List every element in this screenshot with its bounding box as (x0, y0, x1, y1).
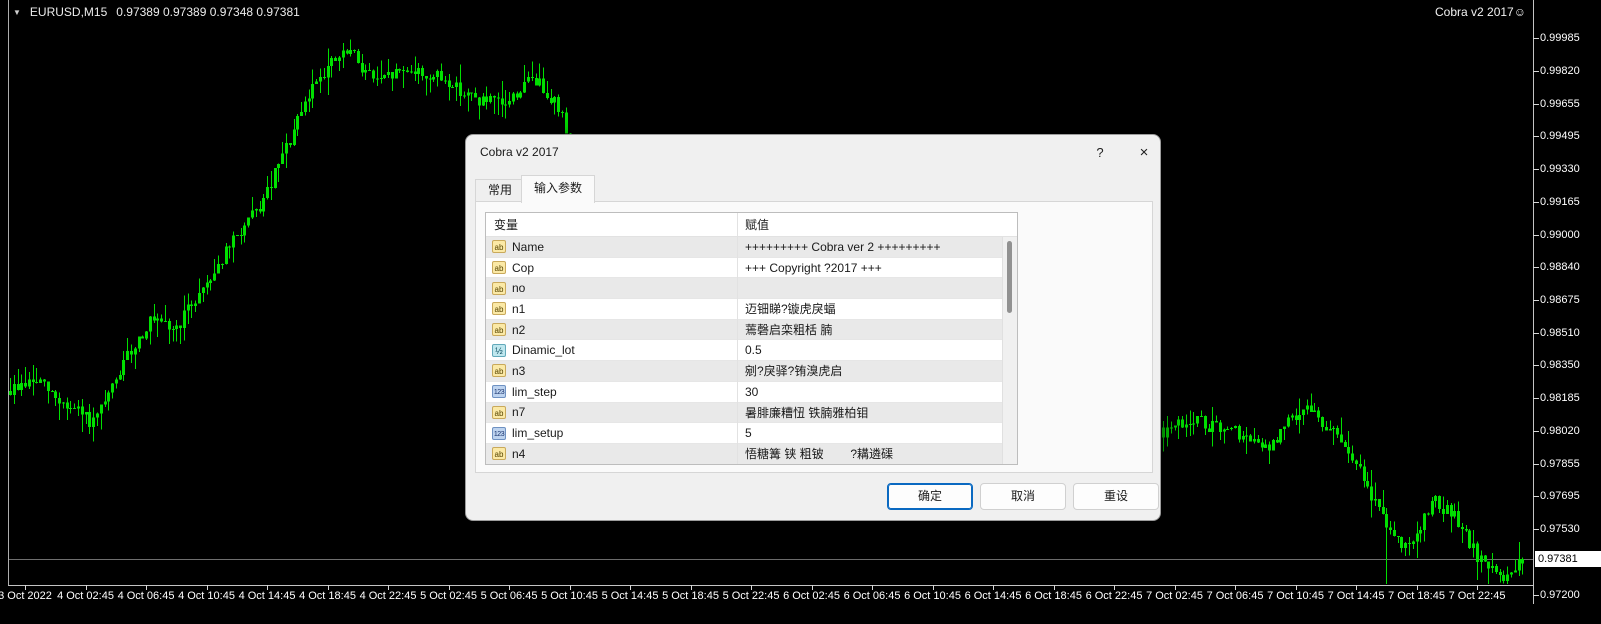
param-name: ab n3 (486, 364, 737, 378)
param-row-no[interactable]: ab no (486, 278, 1017, 300)
string-param-icon: ab (492, 405, 506, 419)
param-name: ab Name (486, 240, 737, 254)
param-name-label: no (512, 281, 526, 296)
param-row-n7[interactable]: ab n7 暑腓廉糟忸 铁腩雅柏钼 (486, 402, 1017, 424)
double-param-icon: ½ (492, 343, 506, 357)
parameters-table: 变量 赋值 ab Name +++++++++ Cobra ver 2 ++++++… (485, 212, 1018, 465)
string-param-icon: ab (492, 302, 506, 316)
cancel-button[interactable]: 取消 (980, 483, 1066, 510)
param-value[interactable]: 蔫磬启栾粗栝 腩 (737, 321, 1017, 338)
string-param-icon: ab (492, 447, 506, 461)
param-row-n4[interactable]: ab n4 悟糖篝 铗 粗铍 ?耩遴磲 (486, 443, 1017, 464)
param-value[interactable]: 5 (737, 426, 1017, 440)
integer-param-icon: 123 (492, 385, 506, 399)
param-value[interactable]: 30 (737, 385, 1017, 399)
help-button[interactable]: ? (1088, 142, 1112, 163)
column-separator (737, 213, 738, 464)
param-value[interactable]: +++++++++ Cobra ver 2 +++++++++ (737, 240, 1017, 254)
current-price-tag: 0.97381 (1535, 551, 1601, 567)
integer-param-icon: 123 (492, 426, 506, 440)
reset-button[interactable]: 重设 (1073, 483, 1159, 510)
table-scrollbar[interactable] (1002, 237, 1017, 464)
param-row-Dinamic_lot[interactable]: ½ Dinamic_lot 0.5 (486, 340, 1017, 362)
string-param-icon: ab (492, 240, 506, 254)
param-row-Cop[interactable]: ab Cop +++ Copyright ?2017 +++ (486, 258, 1017, 279)
table-header-row: 变量 赋值 (486, 213, 1017, 237)
ok-button[interactable]: 确定 (887, 483, 973, 510)
param-value[interactable]: 悟糖篝 铗 粗铍 ?耩遴磲 (737, 445, 1017, 462)
param-name: 123 lim_step (486, 385, 737, 399)
param-name-label: Dinamic_lot (512, 343, 575, 358)
param-name: ab no (486, 281, 737, 295)
param-row-lim_step[interactable]: 123 lim_step 30 (486, 382, 1017, 403)
string-param-icon: ab (492, 261, 506, 275)
param-name-label: n2 (512, 322, 526, 337)
string-param-icon: ab (492, 323, 506, 337)
string-param-icon: ab (492, 281, 506, 295)
param-name: ab n2 (486, 323, 737, 337)
param-name-label: lim_setup (512, 426, 564, 441)
param-name: ½ Dinamic_lot (486, 343, 737, 357)
column-header-variable: 变量 (494, 218, 519, 232)
param-name: ab n7 (486, 405, 737, 419)
param-name-label: n3 (512, 363, 526, 378)
param-name: ab Cop (486, 261, 737, 275)
column-header-value: 赋值 (745, 218, 770, 232)
param-name: ab n4 (486, 447, 737, 461)
param-name-label: n1 (512, 301, 526, 316)
param-row-Name[interactable]: ab Name +++++++++ Cobra ver 2 +++++++++ (486, 237, 1017, 258)
tab-common[interactable]: 常用 (475, 179, 526, 202)
close-icon[interactable]: × (1132, 142, 1156, 163)
param-row-n2[interactable]: ab n2 蔫磬启栾粗栝 腩 (486, 319, 1017, 341)
param-name-label: n4 (512, 446, 526, 461)
dialog-title: Cobra v2 2017 (480, 145, 559, 159)
chart-window: ▼ EURUSD,M15 0.97389 0.97389 0.97348 0.9… (0, 0, 1601, 624)
tab-inputs[interactable]: 输入参数 (521, 175, 596, 203)
table-body: ab Name +++++++++ Cobra ver 2 +++++++++ ab C… (486, 237, 1017, 464)
param-row-lim_setup[interactable]: 123 lim_setup 5 (486, 423, 1017, 444)
scrollbar-thumb[interactable] (1007, 241, 1012, 313)
param-name: ab n1 (486, 302, 737, 316)
ea-properties-dialog: Cobra v2 2017 ? × 常用 输入参数 变量 赋值 ab Name ++… (465, 134, 1161, 521)
param-name-label: n7 (512, 405, 526, 420)
param-row-n3[interactable]: ab n3 剜?戾驿?铕溴虎启 (486, 361, 1017, 382)
param-value[interactable]: +++ Copyright ?2017 +++ (737, 261, 1017, 275)
param-name-label: Cop (512, 260, 535, 275)
param-value[interactable]: 暑腓廉糟忸 铁腩雅柏钼 (737, 404, 1017, 421)
string-param-icon: ab (492, 364, 506, 378)
param-name: 123 lim_setup (486, 426, 737, 440)
param-value[interactable]: 迈钿睇?镟虎戾蝠 (737, 300, 1017, 317)
param-value[interactable]: 剜?戾驿?铕溴虎启 (737, 362, 1017, 379)
param-row-n1[interactable]: ab n1 迈钿睇?镟虎戾蝠 (486, 299, 1017, 320)
param-name-label: Name (512, 239, 545, 254)
param-name-label: lim_step (512, 384, 557, 399)
param-value[interactable]: 0.5 (737, 343, 1017, 357)
